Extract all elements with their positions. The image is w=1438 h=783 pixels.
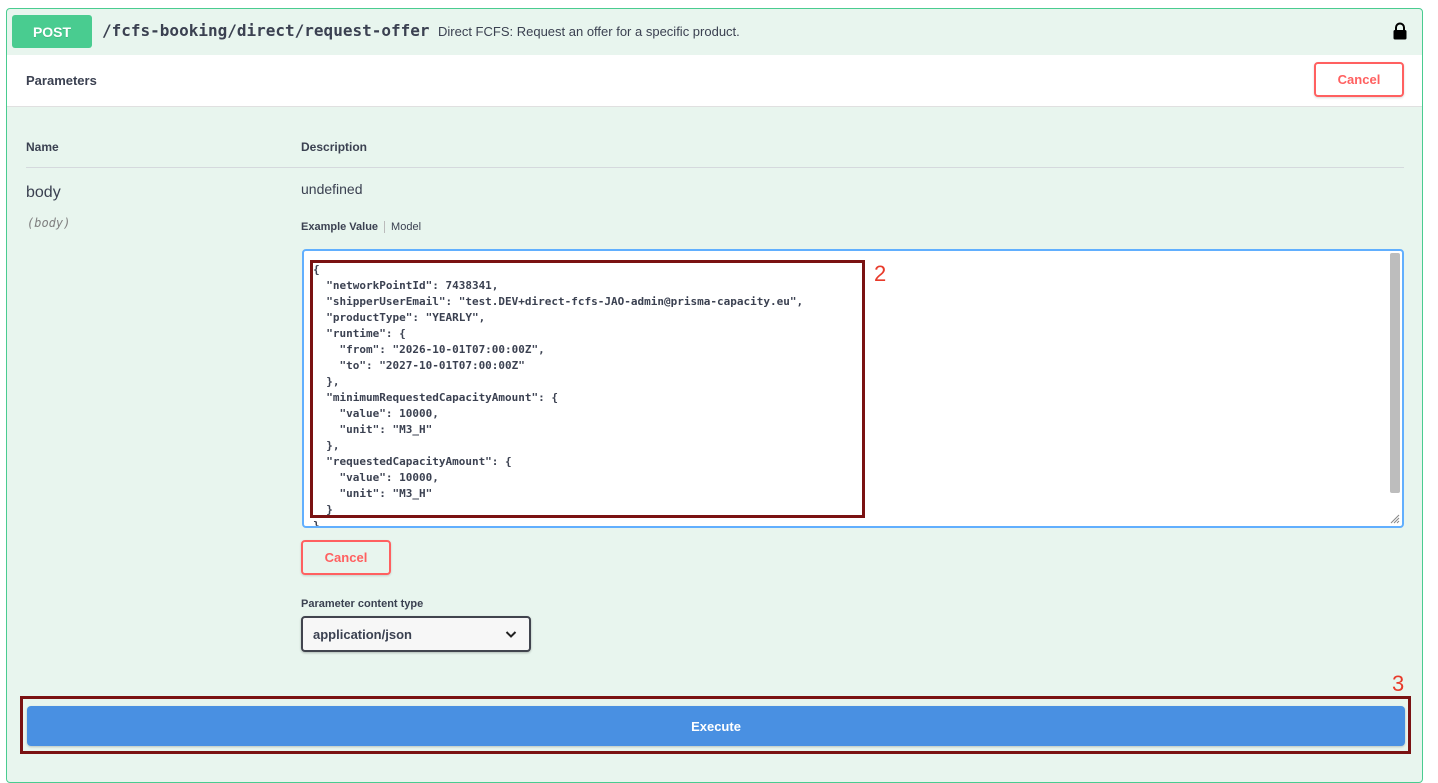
chevron-down-icon [505,631,517,638]
parameters-title: Parameters [26,73,97,88]
parameter-name: body [26,184,61,201]
cancel-try-out-button[interactable]: Cancel [1314,62,1404,97]
content-type-select[interactable]: application/json [301,616,531,652]
resize-handle-icon[interactable] [1390,514,1400,524]
body-tabs: Example Value Model [301,221,421,233]
tab-model[interactable]: Model [385,221,421,233]
annotation-box-body [310,260,865,518]
tab-example-value[interactable]: Example Value [301,221,386,233]
editor-scrollbar[interactable] [1390,253,1400,493]
content-type-label: Parameter content type [301,598,424,610]
cancel-body-edit-button[interactable]: Cancel [301,540,391,575]
execute-button[interactable]: Execute [27,706,1405,746]
header-divider [26,167,1404,168]
parameter-location: (body) [27,216,71,230]
column-header-name: Name [26,140,59,154]
operation-block: POST /fcfs-booking/direct/request-offer … [6,8,1423,783]
operation-description: Direct FCFS: Request an offer for a spec… [438,24,740,39]
method-badge: POST [12,15,92,48]
operation-summary[interactable]: POST /fcfs-booking/direct/request-offer … [7,9,1422,56]
column-header-description: Description [301,140,368,154]
parameter-description: undefined [301,181,363,197]
content-type-value: application/json [313,627,412,642]
annotation-marker-3: 3 [1392,671,1405,696]
endpoint-path: /fcfs-booking/direct/request-offer [102,21,430,40]
lock-icon[interactable] [1392,22,1408,40]
annotation-marker-2: 2 [874,261,887,286]
parameters-header: Parameters Cancel [7,55,1422,107]
